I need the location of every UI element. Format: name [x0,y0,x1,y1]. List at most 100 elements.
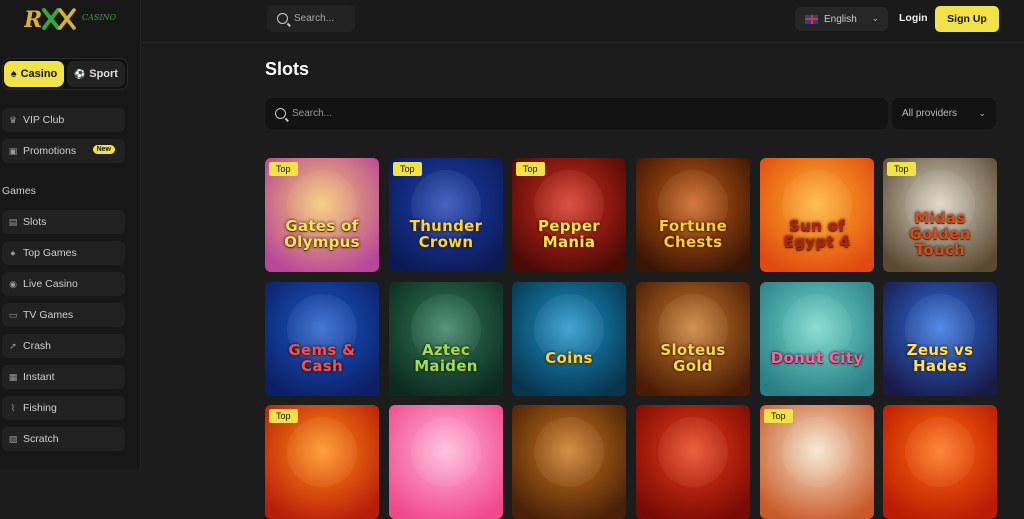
game-tile[interactable] [883,405,997,519]
games-search-input[interactable]: Search... [265,98,888,129]
game-tile[interactable]: Zeus vs Hades [883,282,997,396]
sidebar-item-fishing[interactable]: ⌇ Fishing [2,396,125,420]
sidebar-item-label: Fishing [23,402,57,414]
tile-art [411,417,481,487]
game-tile[interactable] [389,405,503,519]
sidebar: R CASINO ♠ Casino ⚽ Sport ♛ VIP Club ▣ P… [0,0,141,469]
signup-button[interactable]: Sign Up [935,6,999,32]
sidebar-item-label: Crash [23,340,52,352]
tile-art [658,417,728,487]
new-badge: New [92,145,115,154]
game-tile[interactable]: Coins [512,282,626,396]
sidebar-item-live-casino[interactable]: ◉ Live Casino [2,272,125,296]
ball-icon: ⚽ [74,68,86,79]
top-badge: Top [393,162,422,176]
casino-mode-label: Casino [20,68,58,80]
top-badge: Top [269,409,298,423]
slot-icon: ▤ [8,216,18,227]
spade-icon: ♠ [10,68,17,80]
game-title: Sloteus Gold [660,341,726,375]
game-title: Aztec Maiden [414,341,478,375]
casino-mode-button[interactable]: ♠ Casino [4,61,64,87]
game-tile[interactable]: Top [760,405,874,519]
uk-flag-icon [805,14,818,24]
sidebar-item-label: Slots [23,216,47,228]
sidebar-item-label: TV Games [23,309,74,321]
sport-mode-button[interactable]: ⚽ Sport [67,61,125,87]
header-search[interactable]: Search... [267,5,355,32]
sidebar-item-instant[interactable]: ▦ Instant [2,365,125,389]
sidebar-item-scratch[interactable]: ▧ Scratch [2,427,125,451]
logo-mark-icon: R [24,7,76,32]
game-tile[interactable]: Fortune Chests [636,158,750,272]
star-icon: ● [10,248,16,258]
game-title: Coins [545,349,593,368]
site-logo[interactable]: R CASINO [24,6,116,32]
rocket-icon: ➚ [9,340,17,351]
sport-mode-label: Sport [89,68,118,80]
sidebar-item-label: Live Casino [23,278,78,290]
game-title: Midas Golden Touch [909,209,971,259]
live-icon: ◉ [9,278,17,289]
login-button[interactable]: Login [899,12,928,24]
providers-label: All providers [902,108,958,119]
fish-icon: ⌇ [10,402,16,413]
sidebar-item-label: Scratch [23,433,59,445]
page-title: Slots [265,59,310,79]
game-title: Zeus vs Hades [906,341,974,375]
game-tile[interactable]: Gates of Olympus Top [265,158,379,272]
providers-dropdown[interactable]: All providers ⌄ [892,98,996,129]
game-tile[interactable]: Aztec Maiden [389,282,503,396]
sidebar-item-tv-games[interactable]: ▭ TV Games [2,303,125,327]
sidebar-item-vip-club[interactable]: ♛ VIP Club [2,108,125,132]
game-title: Gates of Olympus [284,217,360,251]
tile-art [287,417,357,487]
bolt-icon: ▦ [8,371,18,382]
game-tile[interactable] [512,405,626,519]
top-badge: Top [516,162,545,176]
games-search-placeholder: Search... [292,108,333,119]
tv-icon: ▭ [8,309,18,320]
tile-art [905,417,975,487]
sidebar-item-label: Top Games [23,247,77,259]
sidebar-item-label: Promotions [23,145,77,157]
game-tile[interactable] [636,405,750,519]
chevron-down-icon: ⌄ [978,108,986,118]
language-label: English [824,13,857,25]
top-badge: Top [764,409,793,423]
sidebar-item-top-games[interactable]: ● Top Games [2,241,125,265]
search-icon [275,108,286,119]
top-badge: Top [887,162,916,176]
sidebar-item-label: VIP Club [23,114,65,126]
game-title: Gems & Cash [288,341,356,375]
game-title: Sun of Egypt 4 [783,217,851,251]
language-selector[interactable]: English ⌄ [795,7,888,31]
search-icon [277,13,288,24]
top-header: Search... English ⌄ Login Sign Up [141,0,1024,43]
game-title: Donut City [770,349,864,368]
sidebar-item-crash[interactable]: ➚ Crash [2,334,125,358]
logo-subtitle: CASINO [82,13,117,22]
scratch-icon: ▧ [8,433,18,444]
game-tile[interactable]: Thunder Crown Top [389,158,503,272]
game-tile[interactable]: Pepper Mania Top [512,158,626,272]
sidebar-item-promotions[interactable]: ▣ Promotions New [2,139,125,163]
tile-art [534,417,604,487]
game-tile[interactable]: Donut City [760,282,874,396]
mode-toggle: ♠ Casino ⚽ Sport [2,58,128,90]
gift-icon: ▣ [8,145,18,156]
sidebar-item-slots[interactable]: ▤ Slots [2,210,125,234]
top-badge: Top [269,162,298,176]
games-section-label: Games [2,185,36,197]
game-title: Thunder Crown [409,217,483,251]
crown-icon: ♛ [8,114,18,125]
game-tile[interactable]: Sloteus Gold [636,282,750,396]
game-tile[interactable]: Midas Golden Touch Top [883,158,997,272]
tile-art [782,417,852,487]
game-tile[interactable]: Gems & Cash [265,282,379,396]
game-tile[interactable]: Top [265,405,379,519]
sidebar-item-label: Instant [23,371,55,383]
game-title: Fortune Chests [658,217,728,251]
header-search-placeholder: Search... [294,13,335,24]
game-tile[interactable]: Sun of Egypt 4 [760,158,874,272]
